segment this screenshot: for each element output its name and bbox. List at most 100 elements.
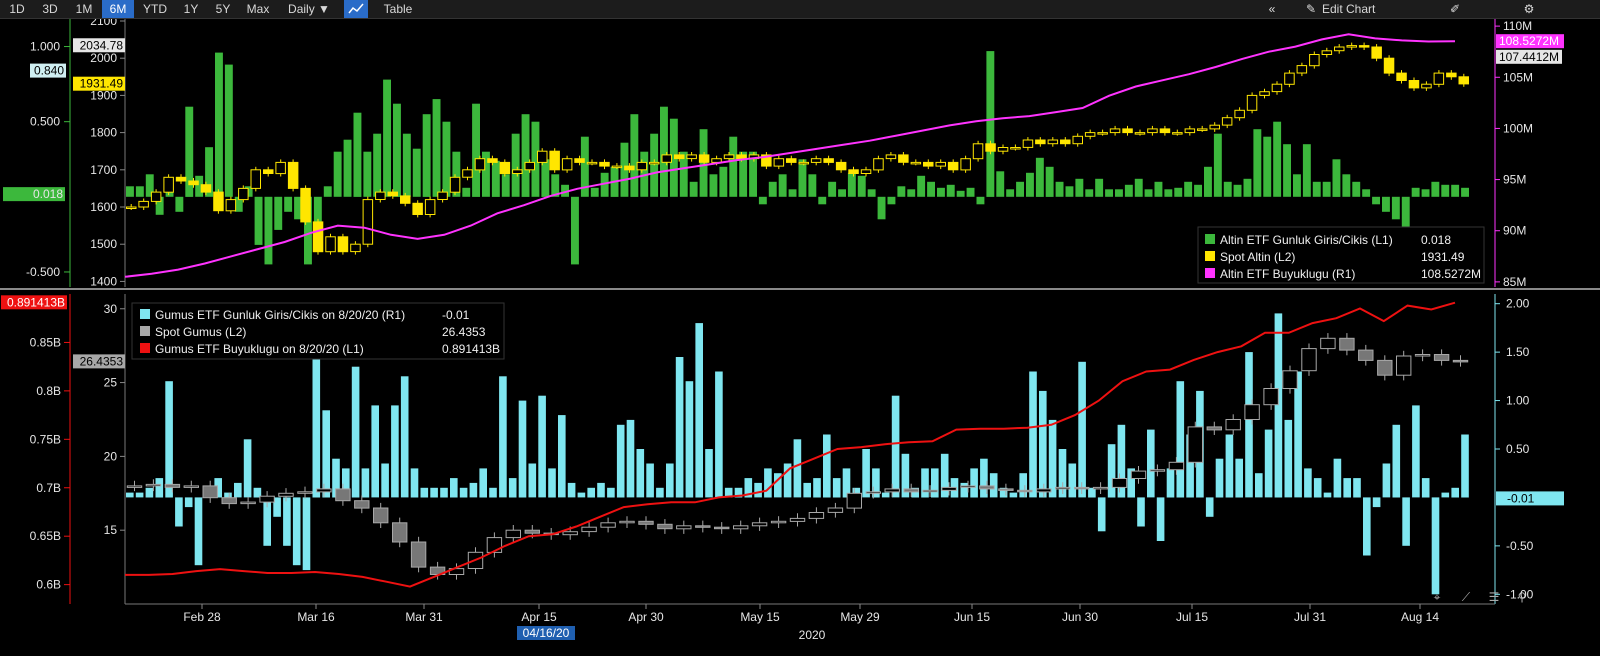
upper-right-tick-label: 85M (1503, 275, 1526, 289)
silver-candle-body (1452, 359, 1469, 363)
silver-flow-bar (1274, 313, 1283, 498)
silver-flow-bar (921, 468, 929, 498)
silver-candle-body (770, 520, 787, 524)
gold-flow-bar (986, 51, 995, 197)
gold-candle-body (985, 143, 996, 152)
range-button-max[interactable]: Max (240, 0, 276, 18)
lower-legend-swatch (140, 309, 150, 319)
silver-flow-bar (528, 463, 537, 498)
silver-candle-body (1074, 486, 1090, 490)
silver-candle-body (733, 525, 749, 530)
silver-flow-bar (1137, 497, 1145, 527)
gold-candle-body (873, 158, 884, 171)
silver-flow-bar (587, 487, 595, 498)
upper-right-last-tag-text: 108.5272M (1499, 34, 1559, 48)
settings-gear-icon[interactable]: ⚙ (1514, 0, 1544, 18)
silver-candle-body (1377, 359, 1393, 376)
gold-flow-bar (808, 174, 817, 197)
gold-candle-body (499, 161, 511, 175)
gold-flow-bar (917, 175, 926, 197)
silver-flow-bar (1166, 468, 1175, 498)
range-button-1m[interactable]: 1M (68, 0, 100, 18)
silver-candle-body (998, 488, 1014, 491)
silver-candle-body (827, 507, 844, 513)
gold-flow-bar (1213, 133, 1222, 197)
upper-left-tick-label: 1.000 (30, 40, 60, 54)
silver-flow-bar (1323, 492, 1332, 498)
upper-mid-tick-label: 1600 (90, 200, 117, 214)
range-button-3d[interactable]: 3D (34, 0, 66, 18)
range-button-6m[interactable]: 6M (102, 0, 134, 18)
gold-candle-body (287, 161, 299, 189)
gold-candle-body (1408, 80, 1420, 89)
silver-candle-body (392, 522, 408, 543)
silver-flow-bar (194, 497, 203, 566)
gold-flow-bar (1421, 189, 1430, 197)
x-axis-year-label: 2020 (799, 628, 826, 642)
silver-candle-body (941, 486, 957, 491)
gold-flow-bar (215, 52, 223, 197)
silver-flow-bar (283, 497, 291, 546)
silver-flow-bar (1176, 381, 1185, 498)
gold-flow-bar (828, 181, 837, 197)
gold-candle-body (387, 191, 398, 197)
range-button-1d[interactable]: 1D (2, 0, 32, 18)
gold-flow-bar (709, 174, 718, 197)
silver-flow-bar (1333, 458, 1342, 498)
silver-flow-bar (410, 468, 419, 498)
silver-candle-body (505, 529, 522, 539)
upper-mid-tick-label: 1500 (90, 237, 117, 251)
lower-mid-tick-label: 15 (104, 523, 118, 537)
table-button[interactable]: Table (370, 0, 426, 18)
gold-candle-body (1047, 139, 1059, 145)
silver-candle-body (1036, 488, 1052, 493)
silver-flow-bar (1205, 497, 1214, 517)
silver-candle-body (1092, 486, 1109, 490)
chart-type-button[interactable] (344, 0, 368, 18)
gold-candle-body (1433, 72, 1445, 85)
silver-candle-body (903, 488, 919, 493)
gold-flow-bar (1233, 184, 1242, 197)
gold-candle-body (960, 158, 971, 171)
gold-flow-bar (1431, 181, 1440, 197)
silver-candle-body (562, 531, 578, 536)
gold-flow-bar (798, 159, 807, 197)
gold-candle-body (599, 161, 610, 167)
gold-flow-bar (946, 184, 955, 197)
silver-flow-bar (459, 487, 468, 498)
silver-flow-bar (381, 463, 389, 498)
gold-flow-bar (1322, 181, 1331, 197)
silver-flow-bar (126, 492, 134, 498)
gold-candle-body (1172, 132, 1183, 135)
gold-flow-bar (511, 133, 520, 197)
gold-flow-bar (1095, 178, 1104, 197)
gold-flow-bar (1115, 189, 1123, 197)
gold-flow-bar (758, 196, 767, 205)
gold-candle-body (412, 202, 423, 216)
silver-flow-bar (1078, 361, 1086, 498)
gold-flow-bar (927, 181, 935, 197)
silver-flow-bar (1304, 468, 1312, 498)
silver-flow-bar (1461, 434, 1469, 498)
silver-flow-bar (695, 323, 703, 498)
upper-mid-high-tag-text: 2034.78 (80, 38, 124, 52)
silver-candle-body (884, 488, 900, 493)
silver-flow-bar (1372, 497, 1381, 508)
frequency-dropdown[interactable]: Daily ▼ (278, 0, 340, 18)
range-button-1y[interactable]: 1Y (176, 0, 206, 18)
gold-flow-bar (224, 64, 233, 197)
range-button-5y[interactable]: 5Y (208, 0, 238, 18)
gold-candle-body (798, 161, 809, 165)
gold-flow-bar (1253, 129, 1262, 197)
gold-candle-body (537, 150, 548, 163)
collapse-icon[interactable]: « (1262, 0, 1282, 18)
silver-candle-body (1055, 486, 1071, 490)
gold-flow-bar (660, 106, 668, 197)
gold-flow-bar (373, 133, 382, 197)
silver-candle-body (1149, 469, 1166, 472)
edit-chart-icon: ✎ (1305, 2, 1317, 16)
edit-chart-button[interactable]: Edit Chart (1322, 0, 1422, 18)
range-button-ytd[interactable]: YTD (136, 0, 174, 18)
annotate-icon[interactable]: ✐ (1446, 0, 1464, 18)
lower-legend-value: 26.4353 (442, 325, 486, 339)
